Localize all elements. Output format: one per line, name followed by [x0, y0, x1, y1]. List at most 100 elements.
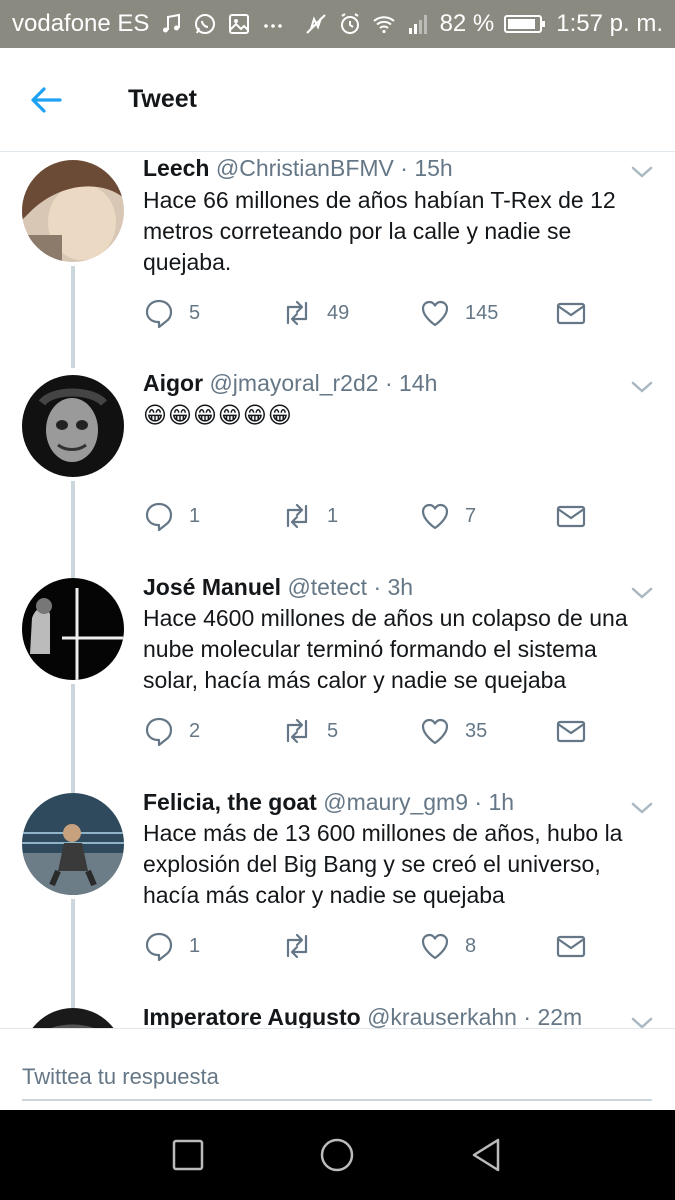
retweet-button[interactable] — [281, 928, 327, 964]
tweet-time: 15h — [414, 155, 453, 181]
separator-dot: · — [523, 1004, 532, 1028]
vibrate-off-icon — [304, 12, 328, 36]
more-notifications-icon — [261, 12, 285, 36]
arrow-left-icon — [31, 86, 62, 113]
tweet[interactable]: Felicia, the goat @maury_gm9 · 1h Hace m… — [0, 789, 675, 1008]
tweet-text: Hace 4600 millones de años un colapso de… — [143, 605, 628, 693]
tweet-header: Aigor @jmayoral_r2d2 · 14h — [143, 368, 625, 398]
direct-message-button[interactable] — [555, 498, 587, 534]
display-name[interactable]: Aigor — [143, 370, 203, 396]
retweet-icon — [286, 718, 308, 744]
square-icon — [172, 1139, 204, 1171]
avatar[interactable] — [22, 578, 124, 680]
retweet-icon — [286, 503, 308, 529]
like-count: 145 — [465, 301, 499, 324]
separator-dot: · — [373, 574, 382, 600]
envelope-icon — [556, 935, 586, 958]
reply-count: 1 — [189, 504, 201, 527]
user-handle[interactable]: @maury_gm9 — [323, 789, 468, 815]
retweet-button[interactable]: 49 — [281, 295, 349, 331]
top-app-bar: Tweet — [0, 48, 675, 152]
heart-icon — [421, 933, 449, 960]
speech-bubble-icon — [145, 932, 173, 962]
avatar[interactable] — [22, 793, 124, 895]
reply-feed: Leech @ChristianBFMV · 15h Hace 66 millo… — [0, 153, 675, 1028]
heart-icon — [421, 300, 449, 327]
like-button[interactable]: 7 — [419, 498, 476, 534]
tweet-time: 1h — [488, 789, 515, 815]
carrier-name: vodafone ES — [12, 10, 150, 37]
like-count: 35 — [465, 719, 488, 742]
envelope-icon — [556, 302, 586, 325]
heart-icon — [421, 503, 449, 530]
heart-icon — [421, 718, 449, 745]
retweet-count: 49 — [327, 301, 350, 324]
tweet-text: Hace 66 millones de años habían T-Rex de… — [143, 187, 616, 275]
direct-message-button[interactable] — [555, 928, 587, 964]
retweet-count: 1 — [327, 504, 339, 527]
display-name[interactable]: Imperatore Augusto — [143, 1004, 361, 1028]
reply-count: 5 — [189, 301, 201, 324]
user-handle[interactable]: @tetect — [287, 574, 367, 600]
back-button[interactable] — [0, 48, 92, 152]
reply-count: 2 — [189, 719, 201, 742]
display-name[interactable]: Leech — [143, 155, 209, 181]
battery-percent: 82 % — [439, 10, 495, 37]
separator-dot: · — [400, 155, 408, 181]
triangle-back-icon — [472, 1138, 500, 1172]
chevron-down-icon[interactable] — [629, 374, 655, 400]
tweet-actions: 2 5 35 — [143, 713, 603, 749]
reply-button[interactable]: 5 — [143, 295, 200, 331]
clock-time: 1:57 p. m. — [556, 10, 663, 37]
retweet-button[interactable]: 1 — [281, 498, 338, 534]
chevron-down-icon[interactable] — [629, 1010, 655, 1028]
like-button[interactable]: 35 — [419, 713, 487, 749]
reply-input[interactable] — [22, 1055, 652, 1101]
tweet-actions: 1 1 7 — [143, 498, 603, 534]
avatar[interactable] — [22, 1008, 124, 1028]
tweet-text: Hace más de 13 600 millones de años, hub… — [143, 820, 623, 908]
avatar[interactable] — [22, 375, 124, 477]
display-name[interactable]: José Manuel — [143, 574, 281, 600]
tweet-time: 3h — [387, 574, 414, 600]
recent-apps-button[interactable] — [165, 1132, 211, 1178]
like-button[interactable]: 145 — [419, 295, 498, 331]
navigation-bar — [0, 1110, 675, 1200]
separator-dot: · — [384, 370, 393, 396]
reply-button[interactable]: 2 — [143, 713, 200, 749]
tweet[interactable]: Aigor @jmayoral_r2d2 · 14h 😁😁😁😁😁😁 1 1 7 — [0, 368, 675, 578]
retweet-icon — [286, 300, 308, 326]
tweet-time: 22m — [537, 1004, 583, 1028]
speech-bubble-icon — [145, 717, 173, 747]
signal-icon — [406, 12, 430, 36]
retweet-button[interactable]: 5 — [281, 713, 338, 749]
user-handle[interactable]: @jmayoral_r2d2 — [209, 370, 378, 396]
tweet-actions: 1 8 — [143, 928, 603, 964]
speech-bubble-icon — [145, 502, 173, 532]
envelope-icon — [556, 720, 586, 743]
tweet[interactable]: Leech @ChristianBFMV · 15h Hace 66 millo… — [0, 153, 675, 368]
music-note-icon — [159, 12, 183, 36]
home-button[interactable] — [314, 1132, 360, 1178]
avatar[interactable] — [22, 160, 124, 262]
direct-message-button[interactable] — [555, 295, 587, 331]
tweet-time: 14h — [399, 370, 438, 396]
tweet-header: José Manuel @tetect · 3h — [143, 572, 625, 602]
direct-message-button[interactable] — [555, 713, 587, 749]
like-count: 8 — [465, 934, 477, 957]
tweet[interactable]: Imperatore Augusto @krauserkahn · 22m — [0, 1004, 675, 1028]
display-name[interactable]: Felicia, the goat — [143, 789, 317, 815]
tweet-header: Leech @ChristianBFMV · 15h — [143, 153, 625, 183]
speech-bubble-icon — [145, 299, 173, 329]
reply-button[interactable]: 1 — [143, 498, 200, 534]
reply-button[interactable]: 1 — [143, 928, 200, 964]
chevron-down-icon[interactable] — [629, 159, 655, 185]
back-nav-button[interactable] — [464, 1132, 510, 1178]
retweet-icon — [286, 933, 308, 959]
user-handle[interactable]: @krauserkahn — [367, 1004, 517, 1028]
alarm-icon — [338, 12, 362, 36]
retweet-count: 5 — [327, 719, 339, 742]
tweet[interactable]: José Manuel @tetect · 3h Hace 4600 millo… — [0, 574, 675, 793]
like-button[interactable]: 8 — [419, 928, 476, 964]
user-handle[interactable]: @ChristianBFMV — [216, 155, 394, 181]
